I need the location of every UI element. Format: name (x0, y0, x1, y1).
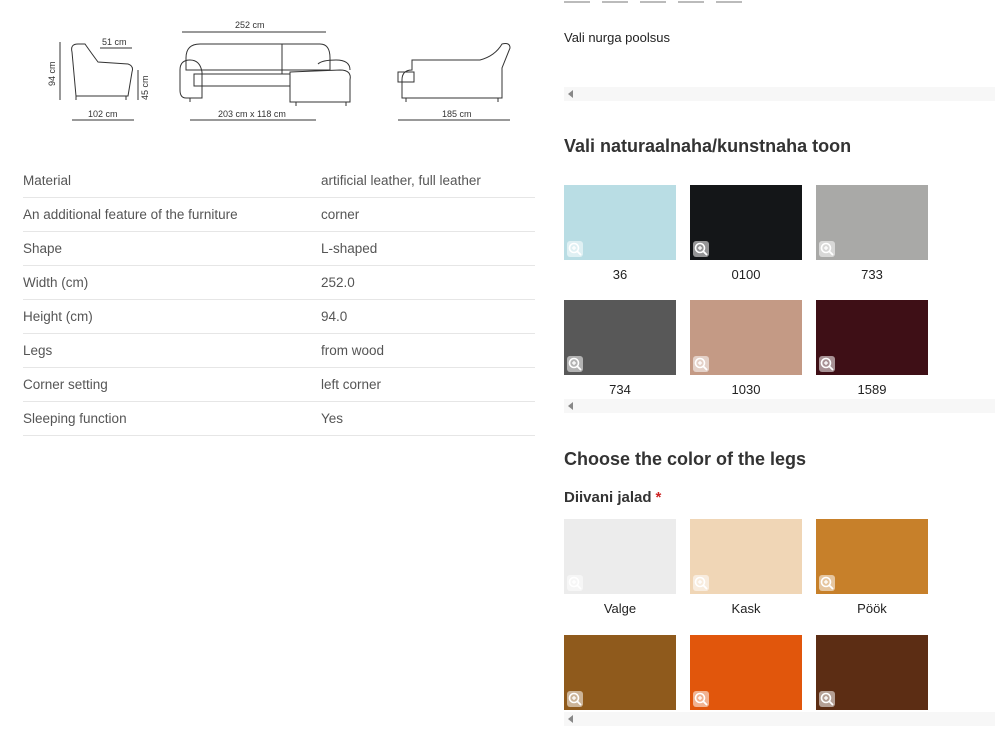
swatch-name: 0100 (731, 267, 761, 282)
swatch-tile[interactable] (816, 185, 928, 260)
zoom-in-icon[interactable] (693, 241, 709, 257)
legs-swatch[interactable]: Valge (564, 519, 676, 617)
leather-scrollbar[interactable] (564, 399, 995, 413)
swatch-tile[interactable] (690, 635, 802, 710)
spec-key: Shape (23, 231, 321, 266)
swatch-tile[interactable] (564, 300, 676, 375)
swatch-name: 733 (861, 267, 883, 282)
zoom-in-icon[interactable] (819, 356, 835, 372)
swatch-tile[interactable] (816, 519, 928, 594)
dim-seat-height: 45 cm (140, 75, 150, 100)
swatch-name: Pöök (857, 601, 887, 616)
scroll-left-icon[interactable] (568, 715, 573, 723)
spec-value: corner (321, 197, 535, 232)
leather-color-title: Vali naturaalnaha/kunstnaha toon (564, 136, 852, 156)
scroll-left-icon[interactable] (568, 90, 573, 98)
spec-row: Width (cm) 252.0 (23, 265, 535, 300)
swatch-name: 734 (609, 382, 631, 397)
spec-value: artificial leather, full leather (321, 164, 535, 198)
dim-total-width: 252 cm (235, 20, 265, 30)
legs-swatch[interactable]: Pöök (816, 519, 928, 617)
dim-arm-width: 51 cm (102, 37, 127, 47)
zoom-in-icon[interactable] (819, 575, 835, 591)
corner-scrollbar[interactable] (564, 87, 995, 101)
legs-group-label: Diivani jalad * (564, 489, 661, 506)
spec-key: An additional feature of the furniture (23, 197, 321, 232)
cut-off-text (564, 0, 824, 3)
spec-value: Yes (321, 401, 535, 436)
spec-value: 252.0 (321, 265, 535, 300)
legs-color-title: Choose the color of the legs (564, 449, 807, 469)
spec-row: Material artificial leather, full leather (23, 164, 535, 198)
swatch-tile[interactable] (816, 300, 928, 375)
spec-value: left corner (321, 367, 535, 402)
swatch-tile[interactable] (816, 635, 928, 710)
legs-scrollbar[interactable] (564, 712, 995, 726)
leather-swatch[interactable]: 1030 (690, 300, 802, 398)
leather-swatch[interactable]: 36 (564, 185, 676, 283)
spec-key: Sleeping function (23, 401, 321, 436)
swatch-tile[interactable] (690, 519, 802, 594)
leather-swatch[interactable]: 733 (816, 185, 928, 283)
spec-row: Shape L-shaped (23, 231, 535, 266)
spec-value: 94.0 (321, 299, 535, 334)
spec-key: Height (cm) (23, 299, 321, 334)
product-specs-table: Material artificial leather, full leather… (23, 164, 535, 436)
dimension-drawings: 94 cm 51 cm 45 cm 102 cm 252 cm 203 cm x… (40, 14, 530, 126)
zoom-in-icon[interactable] (567, 356, 583, 372)
spec-row: Sleeping function Yes (23, 401, 535, 436)
spec-row: Height (cm) 94.0 (23, 299, 535, 334)
spec-key: Corner setting (23, 367, 321, 402)
swatch-name: Valge (603, 601, 637, 616)
zoom-in-icon[interactable] (567, 575, 583, 591)
spec-row: Legs from wood (23, 333, 535, 368)
leather-swatch[interactable]: 1589 (816, 300, 928, 398)
dim-footprint: 203 cm x 118 cm (218, 109, 286, 119)
leather-swatch[interactable]: 0100 (690, 185, 802, 283)
zoom-in-icon[interactable] (693, 575, 709, 591)
swatch-name: 36 (612, 267, 628, 282)
product-options-panel: Vali nurga poolsus Vali naturaalnaha/kun… (564, 0, 995, 733)
zoom-in-icon[interactable] (819, 241, 835, 257)
spec-key: Width (cm) (23, 265, 321, 300)
spec-key: Material (23, 164, 321, 198)
spec-row: Corner setting left corner (23, 367, 535, 402)
dim-depth: 102 cm (88, 109, 118, 119)
dim-chaise-length: 185 cm (442, 109, 472, 119)
swatch-name: 1030 (731, 382, 761, 397)
required-mark: * (655, 489, 662, 506)
swatch-name: Kask (731, 601, 761, 616)
swatch-tile[interactable] (564, 185, 676, 260)
corner-side-label: Vali nurga poolsus (564, 30, 670, 45)
zoom-in-icon[interactable] (567, 691, 583, 707)
spec-value: L-shaped (321, 231, 535, 266)
scroll-left-icon[interactable] (568, 402, 573, 410)
dim-height-total: 94 cm (47, 61, 57, 86)
swatch-name: 1589 (857, 382, 887, 397)
swatch-tile[interactable] (564, 519, 676, 594)
legs-swatch[interactable]: Kask (690, 519, 802, 617)
legs-group-text: Diivani jalad (564, 489, 652, 506)
zoom-in-icon[interactable] (819, 691, 835, 707)
swatch-tile[interactable] (690, 300, 802, 375)
zoom-in-icon[interactable] (693, 356, 709, 372)
spec-row: An additional feature of the furniture co… (23, 197, 535, 232)
zoom-in-icon[interactable] (567, 241, 583, 257)
leather-swatch[interactable]: 734 (564, 300, 676, 398)
swatch-tile[interactable] (690, 185, 802, 260)
swatch-tile[interactable] (564, 635, 676, 710)
spec-key: Legs (23, 333, 321, 368)
spec-value: from wood (321, 333, 535, 368)
zoom-in-icon[interactable] (693, 691, 709, 707)
